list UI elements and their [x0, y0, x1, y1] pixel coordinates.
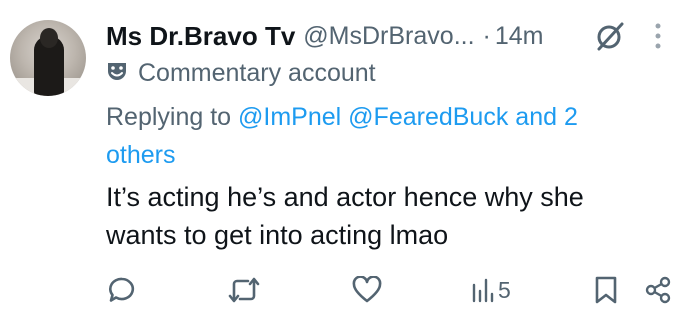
- tweet-text-line-1: It’s acting he’s and actor hence why she: [106, 182, 584, 212]
- more-options-icon[interactable]: [652, 22, 664, 57]
- reply-icon: [108, 276, 136, 304]
- others-link-line1: and 2: [515, 103, 578, 131]
- repost-button[interactable]: [228, 274, 260, 306]
- tweet-header: Ms Dr.Bravo Tv @MsDrBravo... · 14m: [106, 16, 544, 56]
- tweet-text-line-2: wants to get into acting lmao: [106, 220, 449, 250]
- avatar[interactable]: [10, 20, 86, 96]
- share-icon: [644, 276, 672, 304]
- like-button[interactable]: [352, 274, 382, 306]
- repost-icon: [228, 276, 260, 304]
- views-button[interactable]: 5: [472, 274, 511, 306]
- avatar-figure-head: [40, 28, 58, 48]
- reply-button[interactable]: [108, 274, 136, 306]
- grok-icon[interactable]: [594, 20, 626, 57]
- replying-to: Replying to @ImPnel @FearedBuck and 2 oth…: [106, 98, 666, 174]
- account-label-text: Commentary account: [138, 58, 376, 87]
- heart-icon: [352, 276, 382, 304]
- views-count: 5: [498, 276, 511, 303]
- timestamp[interactable]: 14m: [495, 22, 544, 51]
- account-label: Commentary account: [106, 56, 376, 90]
- bookmark-icon: [594, 276, 618, 304]
- views-chart-icon: [472, 277, 494, 303]
- display-name[interactable]: Ms Dr.Bravo Tv: [106, 21, 295, 52]
- mention-link-1[interactable]: @ImPnel: [238, 103, 341, 131]
- share-button[interactable]: [644, 274, 672, 306]
- theater-masks-icon: [106, 60, 128, 87]
- separator-dot: ·: [482, 21, 491, 50]
- tweet-text: It’s acting he’s and actor hence why she…: [106, 178, 676, 254]
- user-handle[interactable]: @MsDrBravo...: [303, 22, 474, 51]
- others-link-line2: others: [106, 141, 176, 169]
- bookmark-button[interactable]: [594, 274, 618, 306]
- mention-link-2[interactable]: @FearedBuck: [348, 103, 508, 131]
- replying-prefix: Replying to: [106, 103, 232, 131]
